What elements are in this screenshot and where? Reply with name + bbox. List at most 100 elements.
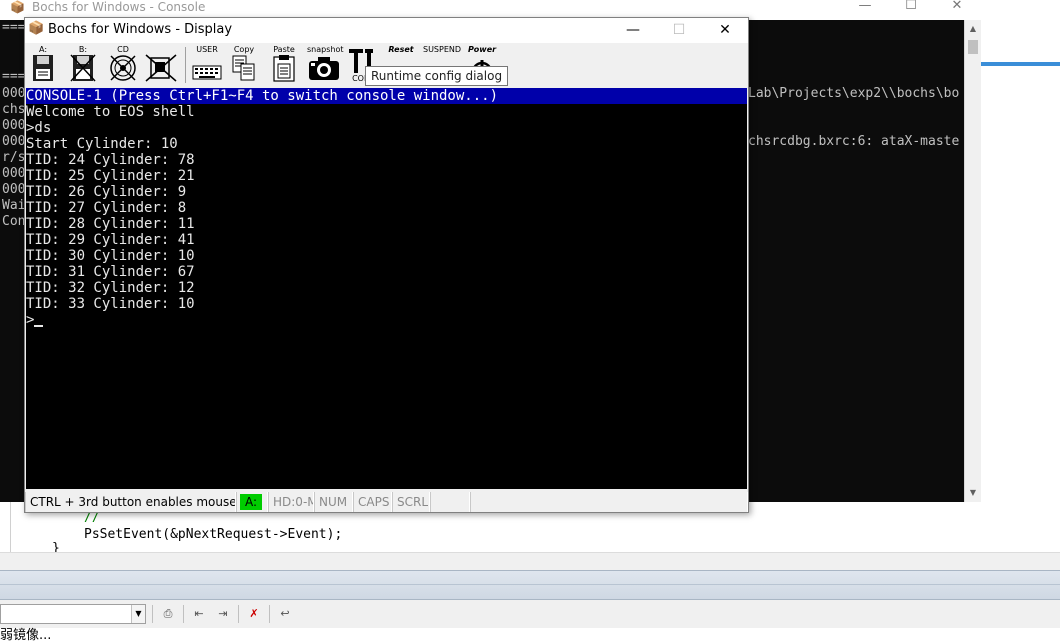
hd-status: HD:0-M — [268, 492, 314, 512]
copy-button[interactable]: Copy — [230, 45, 258, 85]
console-config-line: chsrcdbg.bxrc:6: ataX-maste — [748, 134, 960, 149]
screen-line: TID: 30 Cylinder: 10 — [26, 248, 195, 264]
status-empty-cell — [430, 492, 470, 512]
floppy-disk-disabled-icon — [70, 54, 96, 82]
toolbar-separator — [152, 605, 153, 623]
toolbar-separator — [238, 605, 239, 623]
toolbar-separator — [269, 605, 270, 623]
next-message-icon[interactable]: ⇥ — [214, 605, 232, 623]
display-titlebar[interactable]: 📦 Bochs for Windows - Display — ☐ ✕ — [25, 18, 748, 43]
screen-line: TID: 28 Cylinder: 11 — [26, 216, 195, 232]
paste-button[interactable]: Paste — [271, 45, 297, 85]
scroll-lock-status: SCRL — [392, 492, 430, 512]
screen-line: Start Cylinder: 10 — [26, 136, 178, 152]
status-empty-cell — [470, 492, 748, 512]
caps-lock-status: CAPS — [353, 492, 392, 512]
floppy-a-label: A: — [38, 45, 48, 54]
power-label: Power — [467, 45, 497, 54]
screen-line: TID: 25 Cylinder: 21 — [26, 168, 195, 184]
screen-line: TID: 24 Cylinder: 78 — [26, 152, 195, 168]
console-line: === — [2, 20, 26, 35]
console-path-line: Lab\Projects\exp2\\bochs\bo — [748, 86, 960, 101]
editor-horizontal-scrollbar[interactable] — [0, 552, 1060, 570]
paste-label: Paste — [273, 45, 295, 54]
suspend-label: SUSPEND — [423, 45, 462, 54]
output-panel-header — [0, 570, 1060, 600]
floppy-activity-cell: A: — [236, 492, 268, 512]
copy-label: Copy — [233, 45, 255, 54]
console-line: chs — [2, 102, 26, 117]
console-line: 000 — [2, 182, 26, 197]
reset-label: Reset — [388, 45, 414, 54]
screen-line: TID: 26 Cylinder: 9 — [26, 184, 187, 200]
console-line: 000 — [2, 166, 26, 181]
close-button[interactable]: ✕ — [934, 0, 980, 18]
ide-status-text: 弱镜像... — [0, 628, 1060, 644]
console-line: r/s — [2, 150, 26, 165]
floppy-activity-indicator: A: — [240, 494, 263, 510]
console-window-title: Bochs for Windows - Console — [32, 0, 206, 14]
scroll-up-icon[interactable]: ▲ — [965, 20, 981, 37]
previous-message-icon[interactable]: ⇤ — [190, 605, 208, 623]
console-vertical-scrollbar[interactable]: ▲ ▼ — [964, 20, 981, 502]
text-cursor — [34, 325, 44, 327]
screen-line: TID: 29 Cylinder: 41 — [26, 232, 195, 248]
user-button[interactable]: USER — [191, 45, 223, 85]
screen-line: Welcome to EOS shell — [26, 104, 195, 120]
scrollbar-thumb[interactable] — [968, 40, 978, 54]
screen-line: >ds — [26, 120, 52, 136]
minimize-button[interactable]: — — [610, 18, 656, 43]
console-header-bar: CONSOLE-1 (Press Ctrl+F1~F4 to switch co… — [26, 88, 747, 104]
cdrom-disabled-icon — [110, 55, 136, 81]
tooltip-runtime-config: Runtime config dialog — [365, 66, 509, 86]
console-line: Con — [2, 214, 26, 229]
bochs-display-window[interactable]: 📦 Bochs for Windows - Display — ☐ ✕ A: B… — [24, 17, 749, 513]
screen-line: TID: 31 Cylinder: 67 — [26, 264, 195, 280]
screen-line: TID: 33 Cylinder: 10 — [26, 296, 195, 312]
mouse-hint-status: CTRL + 3rd button enables mouse — [25, 492, 236, 512]
paste-clipboard-icon — [273, 55, 295, 82]
copy-icon — [232, 55, 255, 81]
code-line-pssetevent: PsSetEvent(&pNextRequest->Event); — [84, 527, 343, 542]
network-label — [145, 45, 177, 54]
network-disabled-icon — [145, 54, 177, 82]
floppy-a-button[interactable]: A: — [31, 45, 55, 85]
screen-line: TID: 32 Cylinder: 12 — [26, 280, 195, 296]
shell-prompt-line[interactable]: > — [26, 312, 44, 328]
num-lock-status: NUM — [314, 492, 353, 512]
emulator-screen[interactable]: CONSOLE-1 (Press Ctrl+F1~F4 to switch co… — [26, 88, 747, 489]
find-icon[interactable]: ⎙ — [159, 605, 177, 623]
console-line: Wai — [2, 198, 26, 213]
console-line: 000 — [2, 134, 26, 149]
close-button[interactable]: ✕ — [702, 18, 748, 43]
floppy-b-label: B: — [78, 45, 88, 54]
user-label: USER — [196, 45, 218, 54]
keyboard-icon — [192, 65, 222, 80]
clear-all-icon[interactable]: ✗ — [245, 605, 263, 623]
word-wrap-icon[interactable]: ↩ — [276, 605, 294, 623]
background-window-accent — [981, 62, 1060, 66]
display-window-title: Bochs for Windows - Display — [48, 22, 233, 37]
snapshot-button[interactable]: snapshot — [307, 45, 344, 85]
cdrom-button[interactable]: CD — [109, 45, 137, 85]
floppy-b-button[interactable]: B: — [70, 45, 96, 85]
screen-line: TID: 27 Cylinder: 8 — [26, 200, 187, 216]
maximize-button[interactable]: ☐ — [888, 0, 934, 18]
camera-icon — [309, 57, 339, 80]
output-source-combo[interactable]: ▼ — [0, 604, 146, 624]
panel-divider — [0, 584, 1060, 585]
floppy-disk-icon — [33, 55, 53, 81]
network-button[interactable] — [145, 45, 177, 85]
minimize-button[interactable]: — — [842, 0, 888, 18]
cdrom-label: CD — [117, 45, 129, 54]
toolbar-separator — [185, 47, 186, 83]
snapshot-label: snapshot — [307, 45, 344, 54]
chevron-down-icon[interactable]: ▼ — [131, 605, 145, 623]
scroll-down-icon[interactable]: ▼ — [965, 484, 981, 501]
maximize-button[interactable]: ☐ — [656, 18, 702, 43]
console-line: 000 — [2, 118, 26, 133]
console-line: === — [2, 69, 26, 84]
console-line: 000 — [2, 86, 26, 101]
bochs-app-icon: 📦 — [10, 0, 25, 14]
shell-prompt: > — [26, 312, 35, 328]
